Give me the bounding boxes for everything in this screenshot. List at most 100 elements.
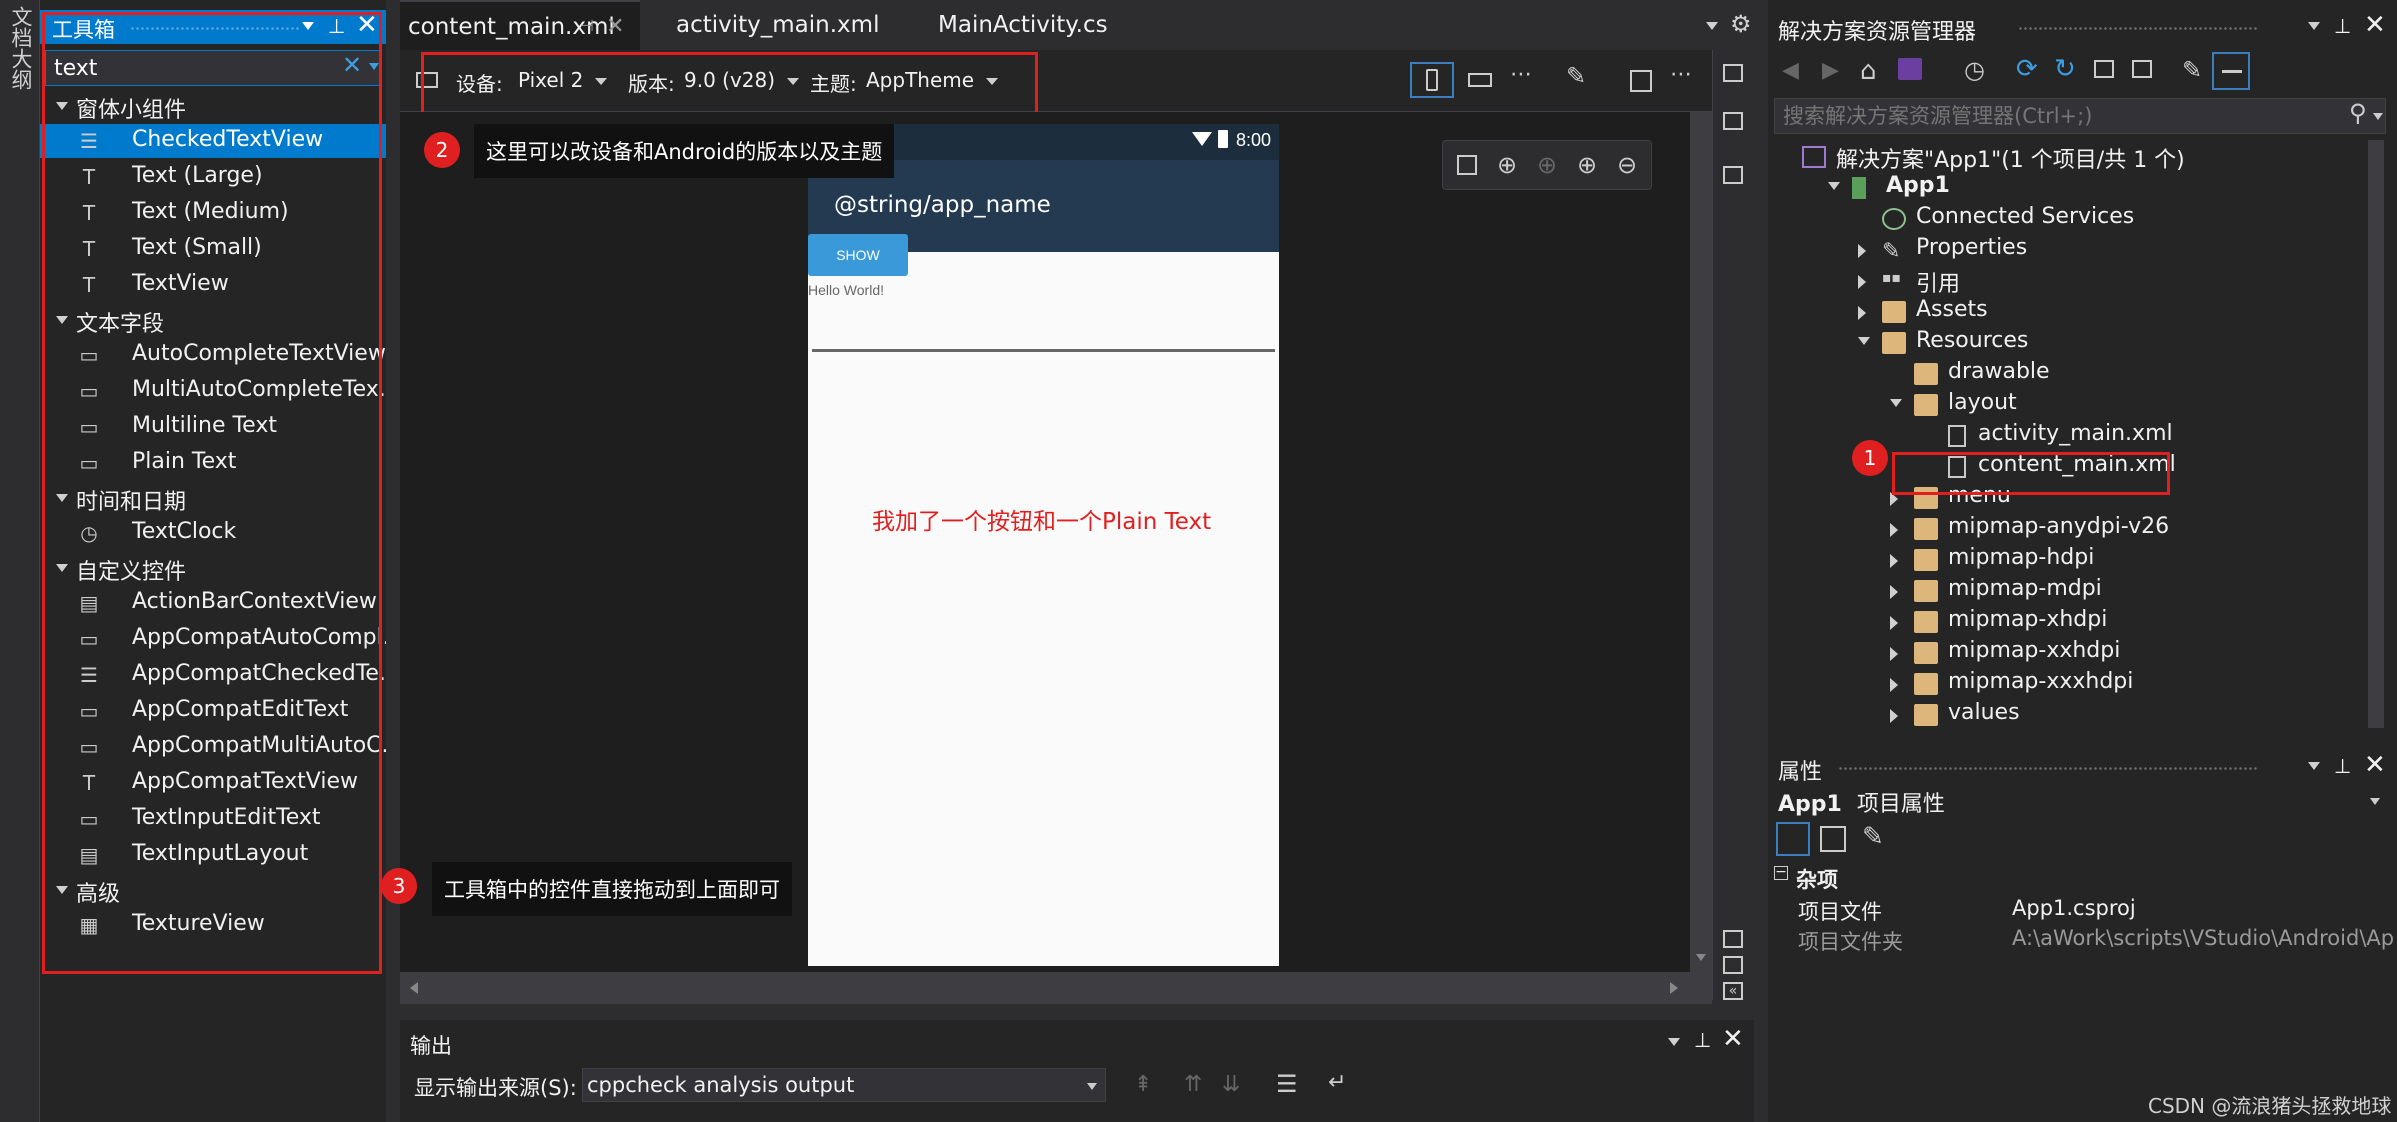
toolbox-item[interactable]: T TextView xyxy=(40,268,386,302)
zoom-out-icon[interactable]: ⊖ xyxy=(1617,151,1637,179)
toolbox-item[interactable]: ▭ AutoCompleteTextView xyxy=(40,338,386,372)
document-outline-strip[interactable]: 文档大纲 xyxy=(0,0,40,1122)
theme-dropdown[interactable]: AppTheme xyxy=(866,68,999,92)
close-icon[interactable]: ✕ xyxy=(2364,750,2386,780)
expand-node-icon[interactable] xyxy=(1858,244,1866,258)
scroll-down-icon[interactable] xyxy=(1696,954,1706,961)
find-message-icon[interactable]: ⇞ xyxy=(1134,1072,1152,1097)
toolbox-category[interactable]: 时间和日期 xyxy=(40,482,386,516)
drag-grip[interactable] xyxy=(2018,26,2258,32)
window-position-icon[interactable] xyxy=(302,22,314,30)
collapse-section-icon[interactable]: − xyxy=(1774,865,1788,880)
toolbox-category[interactable]: 自定义控件 xyxy=(40,552,386,586)
toolbox-category[interactable]: 高级 xyxy=(40,874,386,908)
toolbox-item[interactable]: ▭ Plain Text xyxy=(40,446,386,480)
home-icon[interactable]: ⌂ xyxy=(1860,56,1877,86)
outline-toggle-icon[interactable] xyxy=(1723,112,1743,130)
expand-node-icon[interactable] xyxy=(1890,523,1898,537)
forward-icon[interactable]: ▶ xyxy=(1822,58,1839,83)
property-row-project-file[interactable]: 项目文件 App1.csproj xyxy=(1794,894,2384,924)
switch-views-icon[interactable] xyxy=(1898,58,1922,80)
toolbox-search-input[interactable] xyxy=(54,54,334,82)
expand-node-icon[interactable] xyxy=(1890,616,1898,630)
solution-search-input[interactable] xyxy=(1783,102,2303,130)
layout-icon[interactable] xyxy=(1630,70,1652,92)
properties-object-selector[interactable]: App1 项目属性 xyxy=(1778,786,1945,820)
close-icon[interactable]: ✕ xyxy=(1722,1024,1744,1054)
scroll-left-icon[interactable] xyxy=(410,982,418,994)
property-row-project-folder[interactable]: 项目文件夹 A:\aWork\scripts\VStudio\Android\A… xyxy=(1794,924,2394,954)
pin-icon[interactable]: ⊥ xyxy=(1694,1028,1711,1052)
version-dropdown[interactable]: 9.0 (v28) xyxy=(684,68,800,92)
previous-message-icon[interactable]: ⇈ xyxy=(1184,1072,1202,1097)
pin-tab-icon[interactable]: ⊣ xyxy=(580,16,594,35)
toolbox-item[interactable]: ▭ AppCompatMultiAutoC... xyxy=(40,730,386,764)
toolbox-item[interactable]: ▭ Multiline Text xyxy=(40,410,386,444)
toolbox-item[interactable]: ▭ AppCompatEditText xyxy=(40,694,386,728)
brush-icon[interactable]: ✎ xyxy=(1566,62,1586,90)
toolbox-search[interactable]: ✕ xyxy=(45,50,381,86)
device-dropdown[interactable]: Pixel 2 xyxy=(518,68,608,92)
refresh-icon[interactable]: ↻ xyxy=(2054,54,2076,84)
sync-icon[interactable]: ⟳ xyxy=(2016,54,2038,84)
toolbox-item[interactable]: ▭ AppCompatAutoCompl... xyxy=(40,622,386,656)
actual-size-icon[interactable]: ⊕ xyxy=(1537,151,1557,179)
close-tab-icon[interactable]: ✕ xyxy=(606,14,624,39)
solution-explorer-scrollbar[interactable] xyxy=(2368,140,2384,728)
properties-title-bar[interactable]: 属性 ⊥ ✕ xyxy=(1768,750,2397,785)
search-options-icon[interactable] xyxy=(369,63,379,70)
property-pages-icon[interactable]: ✎ xyxy=(1862,822,1884,852)
alphabetical-icon[interactable] xyxy=(1820,826,1846,852)
toolbox-category[interactable]: 文本字段 xyxy=(40,304,386,338)
scroll-right-icon[interactable] xyxy=(1670,982,1678,994)
window-position-icon[interactable] xyxy=(2308,22,2320,30)
drag-grip[interactable] xyxy=(1838,766,2258,772)
clear-search-icon[interactable]: ✕ xyxy=(342,51,362,79)
wrench-icon[interactable]: ✎ xyxy=(2182,56,2202,84)
split-horizontal-icon[interactable] xyxy=(1723,956,1743,974)
word-wrap-icon[interactable]: ↵ xyxy=(1328,1070,1346,1095)
expand-node-icon[interactable] xyxy=(1890,678,1898,692)
drag-grip[interactable] xyxy=(130,26,300,32)
toolbox-item[interactable]: ▭ MultiAutoCompleteTex... xyxy=(40,374,386,408)
collapse-pane-icon[interactable]: « xyxy=(1723,982,1743,1000)
pin-icon[interactable]: ⊥ xyxy=(328,14,345,38)
output-source-dropdown[interactable]: cppcheck analysis output xyxy=(582,1068,1106,1102)
tab-main-activity[interactable]: MainActivity.cs xyxy=(930,0,1116,50)
zoom-to-fit-icon[interactable]: ⊕ xyxy=(1497,151,1517,179)
close-icon[interactable]: ✕ xyxy=(2364,10,2386,40)
zoom-in-icon[interactable]: ⊕ xyxy=(1577,151,1597,179)
toolbox-item[interactable]: ◷ TextClock xyxy=(40,516,386,550)
categorized-icon[interactable] xyxy=(1776,822,1810,856)
toolbox-title-bar[interactable]: 工具箱 ⊥ ✕ xyxy=(40,10,386,44)
canvas-horizontal-scrollbar[interactable] xyxy=(400,972,1712,1004)
pin-icon[interactable]: ⊥ xyxy=(2334,754,2351,778)
canvas-vertical-scrollbar[interactable] xyxy=(1690,112,1712,972)
toolbox-category[interactable]: 窗体小组件 xyxy=(40,90,386,124)
expand-node-icon[interactable] xyxy=(1858,306,1866,320)
toolbox-item[interactable]: T AppCompatTextView xyxy=(40,766,386,800)
hello-world-text[interactable]: Hello World! xyxy=(808,282,884,298)
collapse-all-icon[interactable] xyxy=(2094,60,2114,78)
show-all-files-icon[interactable] xyxy=(2132,60,2152,78)
plain-text-field[interactable] xyxy=(812,349,1275,352)
fit-layout-icon[interactable] xyxy=(1457,155,1477,175)
search-options-icon[interactable] xyxy=(2373,113,2383,120)
toolbox-item[interactable]: ☰ AppCompatCheckedTe... xyxy=(40,658,386,692)
expand-node-icon[interactable] xyxy=(1858,275,1866,289)
landscape-icon[interactable] xyxy=(1468,73,1492,87)
document-outline-tab[interactable]: 文档大纲 xyxy=(6,6,36,90)
toolbox-item[interactable]: ▤ TextInputLayout xyxy=(40,838,386,872)
collapse-node-icon[interactable] xyxy=(1858,337,1870,345)
toolbox-item[interactable]: T Text (Small) xyxy=(40,232,386,266)
expand-node-icon[interactable] xyxy=(1890,554,1898,568)
split-vertical-icon[interactable] xyxy=(1723,930,1743,948)
solution-explorer-search[interactable]: ⚲ xyxy=(1774,98,2386,134)
toolbox-item[interactable]: ▭ TextInputEditText xyxy=(40,802,386,836)
toolbox-item[interactable]: T Text (Large) xyxy=(40,160,386,194)
chevron-down-icon[interactable] xyxy=(2370,798,2380,805)
pending-changes-icon[interactable]: ◷ xyxy=(1964,56,1985,84)
phone-preview[interactable]: 8:00 @string/app_name SHOW Hello World! xyxy=(808,124,1279,966)
solution-explorer-title-bar[interactable]: 解决方案资源管理器 ⊥ ✕ xyxy=(1768,10,2397,45)
collapse-node-icon[interactable] xyxy=(1890,399,1902,407)
